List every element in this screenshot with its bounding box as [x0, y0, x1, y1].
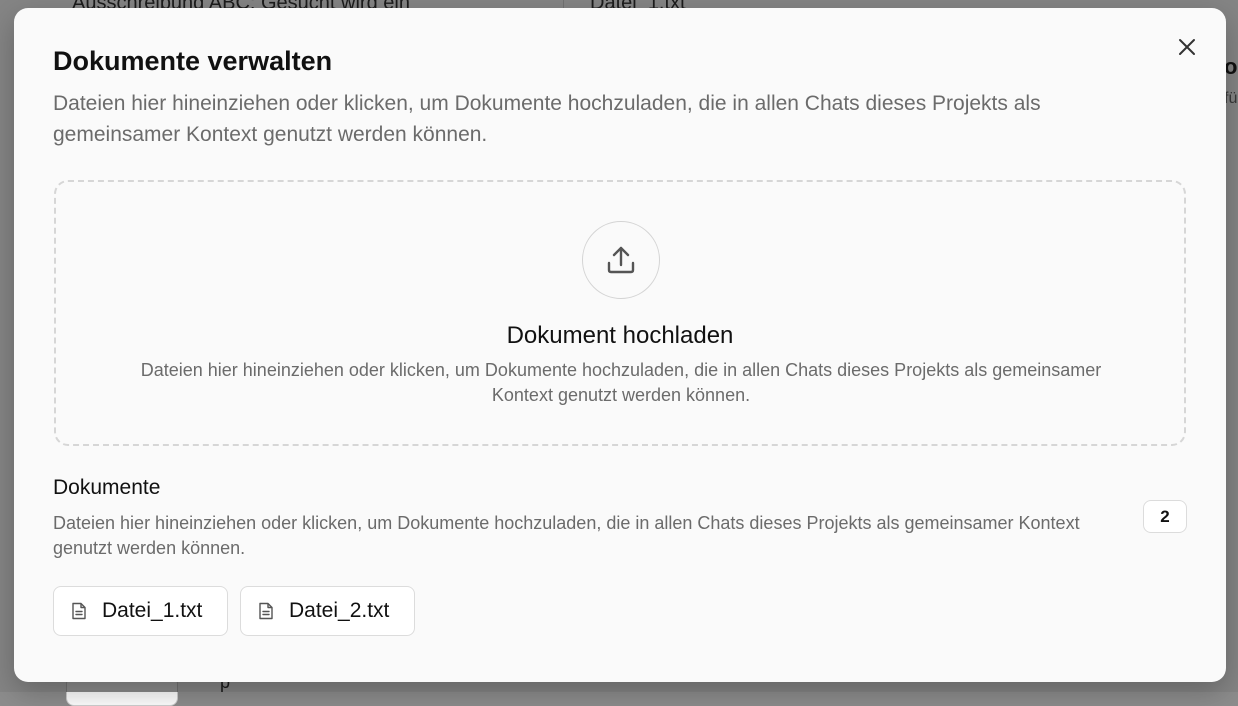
file-chip[interactable]: Datei_2.txt [240, 586, 415, 636]
dropzone-title: Dokument hochladen [506, 322, 734, 349]
upload-icon [607, 246, 635, 274]
upload-icon-circle [582, 221, 660, 299]
close-icon [1179, 39, 1195, 55]
dialog-title: Dokumente verwalten [53, 46, 333, 76]
dropzone-description: Dateien hier hineinziehen oder klicken, … [140, 360, 1102, 405]
upload-dropzone[interactable]: Dokument hochladen Dateien hier hineinzi… [54, 180, 1186, 446]
file-text-icon [257, 602, 275, 620]
close-button[interactable] [1174, 34, 1200, 60]
document-count-badge: 2 [1143, 500, 1187, 533]
file-text-icon [70, 602, 88, 620]
documents-section-title: Dokumente [53, 476, 161, 499]
documents-section-description: Dateien hier hineinziehen oder klicken, … [53, 513, 1080, 558]
file-name: Datei_1.txt [102, 599, 203, 622]
dialog-description: Dateien hier hineinziehen oder klicken, … [53, 92, 1041, 146]
file-name: Datei_2.txt [289, 599, 390, 622]
manage-documents-dialog: Dokumente verwalten Dateien hier hineinz… [14, 8, 1226, 682]
file-chip[interactable]: Datei_1.txt [53, 586, 228, 636]
